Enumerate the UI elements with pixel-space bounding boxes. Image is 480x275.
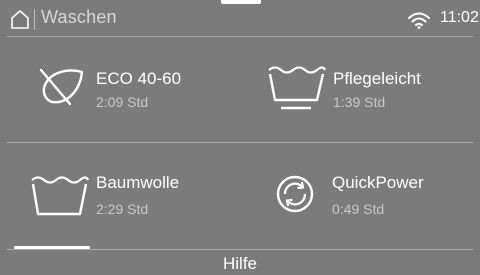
wifi-icon [408,12,430,29]
divider [7,142,473,143]
program-name: Pflegeleicht [333,69,421,88]
program-duration: 2:09 Std [96,94,149,110]
program-duration: 2:29 Std [96,201,149,217]
program-duration: 0:49 Std [332,201,385,217]
pull-down-handle[interactable] [221,0,261,4]
title-separator [34,9,35,30]
program-tile-eco-40-60[interactable]: ECO 40-60 2:09 Std [10,38,240,142]
page-title: Waschen [41,7,117,27]
status-bar: Waschen 11:02 [0,0,480,36]
help-button[interactable]: Hilfe [190,252,290,275]
quickpower-icon [276,175,314,213]
program-tile-baumwolle[interactable]: Baumwolle 2:29 Std [10,144,240,248]
cotton-tub-icon [31,176,90,216]
program-name: ECO 40-60 [96,69,182,88]
divider [7,249,473,250]
program-name: QuickPower [332,173,424,192]
divider [7,36,473,37]
program-duration: 1:39 Std [333,94,386,110]
program-name: Baumwolle [96,173,180,192]
leaf-icon [39,68,84,106]
home-icon[interactable] [10,9,30,29]
easy-care-tub-icon [268,66,327,110]
program-tile-quickpower[interactable]: QuickPower 0:49 Std [245,144,475,248]
clock: 11:02 [440,9,479,26]
program-tile-pflegeleicht[interactable]: Pflegeleicht 1:39 Std [245,38,475,142]
washer-display: Waschen 11:02 ECO 40-60 2:09 Std Pflegel… [0,0,480,275]
